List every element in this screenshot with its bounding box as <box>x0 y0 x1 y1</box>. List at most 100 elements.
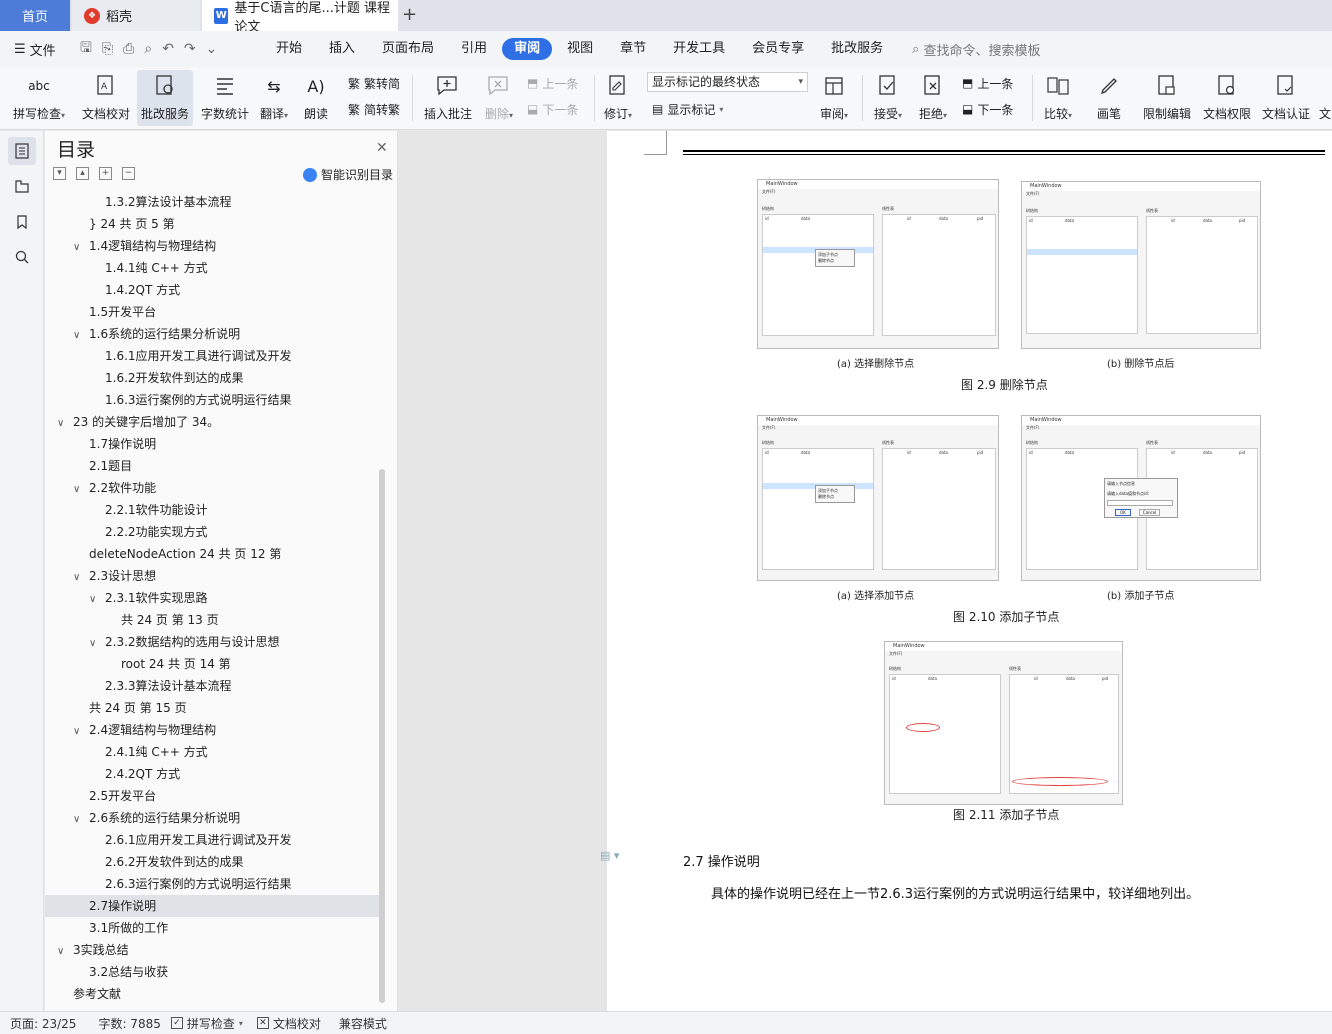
read-aloud-button[interactable]: A) 朗读 <box>298 70 334 126</box>
save-icon[interactable]: 🖫 <box>80 37 92 61</box>
toc-item[interactable]: ∨ 23 的关键字后增加了 34。 <box>45 411 379 433</box>
status-spellcheck[interactable]: ✓ 拼写检查 ▾ <box>170 1015 243 1032</box>
collapse-up-icon[interactable]: ▴ <box>76 167 89 180</box>
toc-item[interactable]: 2.4.2QT 方式 <box>45 763 379 785</box>
toc-item[interactable]: 2.4.1纯 C++ 方式 <box>45 741 379 763</box>
reject-button[interactable]: 拒绝▾ <box>915 70 951 126</box>
toc-item[interactable]: ∨ 3实践总结 <box>45 939 379 961</box>
expand-down-icon[interactable]: ▾ <box>53 167 66 180</box>
chevron-down-icon[interactable]: ∨ <box>57 941 69 963</box>
next-comment-button[interactable]: ⬓ 下一条 <box>527 98 578 120</box>
toc-item[interactable]: 2.2.1软件功能设计 <box>45 499 379 521</box>
doc-permission-button[interactable]: 文档权限 <box>1200 70 1254 126</box>
tab-document[interactable]: W 基于C语言的尾...计题 课程论文 <box>202 0 398 35</box>
file-menu[interactable]: ☰ 文件 <box>0 40 76 59</box>
toc-item[interactable]: 2.6.3运行案例的方式说明运行结果 <box>45 873 379 895</box>
menu-review[interactable]: 审阅 <box>502 38 553 60</box>
word-count-button[interactable]: 字数统计 <box>197 70 253 126</box>
compare-button[interactable]: 比较▾ <box>1038 70 1078 126</box>
spellcheck-button[interactable]: abc 拼写检查▾ <box>8 70 70 126</box>
menu-developer[interactable]: 开发工具 <box>661 38 737 60</box>
toc-item[interactable]: ∨ 2.6系统的运行结果分析说明 <box>45 807 379 829</box>
toc-item[interactable]: 共 24 页 第 15 页 <box>45 697 379 719</box>
chevron-down-icon[interactable]: ∨ <box>73 567 85 589</box>
chevron-down-icon[interactable]: ∨ <box>73 809 85 831</box>
print-icon[interactable]: ⎙ <box>123 41 134 57</box>
toc-item[interactable]: 2.5开发平台 <box>45 785 379 807</box>
toc-scrollbar[interactable] <box>379 469 385 1003</box>
toc-item[interactable]: 1.4.2QT 方式 <box>45 279 379 301</box>
tab-daoke[interactable]: ❖ 稻壳 <box>72 0 200 31</box>
toc-item[interactable]: 2.2.2功能实现方式 <box>45 521 379 543</box>
review-pane-button[interactable]: 审阅▾ <box>816 70 852 126</box>
accept-button[interactable]: 接受▾ <box>870 70 906 126</box>
prev-change-button[interactable]: ⬒ 上一条 <box>962 72 1013 94</box>
restrict-edit-button[interactable]: 限制编辑 <box>1140 70 1194 126</box>
toc-item[interactable]: ∨ 2.3.2数据结构的选用与设计思想 <box>45 631 379 653</box>
chevron-down-icon[interactable]: ∨ <box>73 479 85 501</box>
export-pdf-icon[interactable]: ⎘ <box>102 41 113 57</box>
toc-item[interactable]: 1.6.2开发软件到达的成果 <box>45 367 379 389</box>
toc-item[interactable]: 2.7操作说明 <box>45 895 379 917</box>
menu-correct-service[interactable]: 批改服务 <box>819 38 895 60</box>
paragraph-mark-icon[interactable]: ▤ ▾ <box>600 849 624 863</box>
status-proofread[interactable]: ✕ 文档校对 <box>256 1015 321 1032</box>
toc-item[interactable]: 1.7操作说明 <box>45 433 379 455</box>
translate-button[interactable]: ⇆ 翻译▾ <box>256 70 292 126</box>
smart-toc-button[interactable]: 智能识别目录 <box>303 166 393 183</box>
menu-insert[interactable]: 插入 <box>317 38 367 60</box>
bookmark-icon[interactable] <box>8 208 36 236</box>
menu-member[interactable]: 会员专享 <box>740 38 816 60</box>
quick-access-dropdown-icon[interactable]: ⌄ <box>206 41 218 57</box>
toc-item[interactable]: } 24 共 页 5 第 <box>45 213 379 235</box>
ink-button[interactable]: 画笔 <box>1090 70 1128 126</box>
toc-item[interactable]: ∨ 1.6系统的运行结果分析说明 <box>45 323 379 345</box>
word-count-indicator[interactable]: 字数: 7885 <box>98 1015 160 1032</box>
redo-icon[interactable]: ↷ <box>184 41 196 57</box>
correct-service-button[interactable]: 批改服务 <box>137 70 193 126</box>
toc-item[interactable]: 1.6.3运行案例的方式说明运行结果 <box>45 389 379 411</box>
chevron-down-icon[interactable]: ∨ <box>73 237 85 259</box>
proofread-button[interactable]: A 文档校对 <box>78 70 134 126</box>
simp-to-trad-button[interactable]: 繁简转繁 <box>348 98 400 120</box>
toc-item[interactable]: 1.6.1应用开发工具进行调试及开发 <box>45 345 379 367</box>
menu-view[interactable]: 视图 <box>555 38 605 60</box>
toc-item[interactable]: ∨ 1.4逻辑结构与物理结构 <box>45 235 379 257</box>
more-ribbon-button[interactable]: 文 <box>1318 70 1332 126</box>
toc-item[interactable]: 共 24 页 第 13 页 <box>45 609 379 631</box>
toc-item[interactable]: 2.6.2开发软件到达的成果 <box>45 851 379 873</box>
toc-item[interactable]: root 24 共 页 14 第 <box>45 653 379 675</box>
toc-item[interactable]: 1.4.1纯 C++ 方式 <box>45 257 379 279</box>
toc-item[interactable]: ∨ 2.3设计思想 <box>45 565 379 587</box>
search-icon[interactable] <box>8 243 36 271</box>
print-preview-icon[interactable]: ⌕ <box>144 41 152 57</box>
toc-item[interactable]: 2.1题目 <box>45 455 379 477</box>
toc-item[interactable]: 1.3.2算法设计基本流程 <box>45 191 379 213</box>
toc-item[interactable]: ∨ 2.3.1软件实现思路 <box>45 587 379 609</box>
chapter-nav-icon[interactable] <box>8 172 36 200</box>
doc-certify-button[interactable]: 文档认证 <box>1259 70 1313 126</box>
toc-item[interactable]: 2.6.1应用开发工具进行调试及开发 <box>45 829 379 851</box>
toc-item[interactable]: ∨ 2.2软件功能 <box>45 477 379 499</box>
menu-start[interactable]: 开始 <box>264 38 314 60</box>
close-icon[interactable]: ✕ <box>376 140 388 156</box>
collapse-all-icon[interactable]: − <box>122 167 135 180</box>
chevron-down-icon[interactable]: ∨ <box>73 325 85 347</box>
expand-all-icon[interactable]: + <box>99 167 112 180</box>
insert-comment-button[interactable]: 插入批注 <box>420 70 476 126</box>
chevron-down-icon[interactable]: ∨ <box>73 721 85 743</box>
new-tab-plus-icon[interactable]: + <box>402 4 417 25</box>
show-markup-button[interactable]: ▤ 显示标记 ▾ <box>652 98 723 120</box>
command-search[interactable]: ⌕ 查找命令、搜索模板 <box>912 40 1040 59</box>
toc-item[interactable]: ∨ 2.4逻辑结构与物理结构 <box>45 719 379 741</box>
toc-panel-icon[interactable] <box>8 137 36 165</box>
prev-comment-button[interactable]: ⬒ 上一条 <box>527 72 578 94</box>
toc-item[interactable]: 3.1所做的工作 <box>45 917 379 939</box>
undo-icon[interactable]: ↶ <box>162 41 174 57</box>
toc-item[interactable]: 2.3.3算法设计基本流程 <box>45 675 379 697</box>
tab-home[interactable]: 首页 <box>0 0 70 31</box>
menu-references[interactable]: 引用 <box>449 38 499 60</box>
chevron-down-icon[interactable]: ∨ <box>57 413 69 435</box>
menu-page-layout[interactable]: 页面布局 <box>370 38 446 60</box>
toc-item[interactable]: 3.2总结与收获 <box>45 961 379 983</box>
